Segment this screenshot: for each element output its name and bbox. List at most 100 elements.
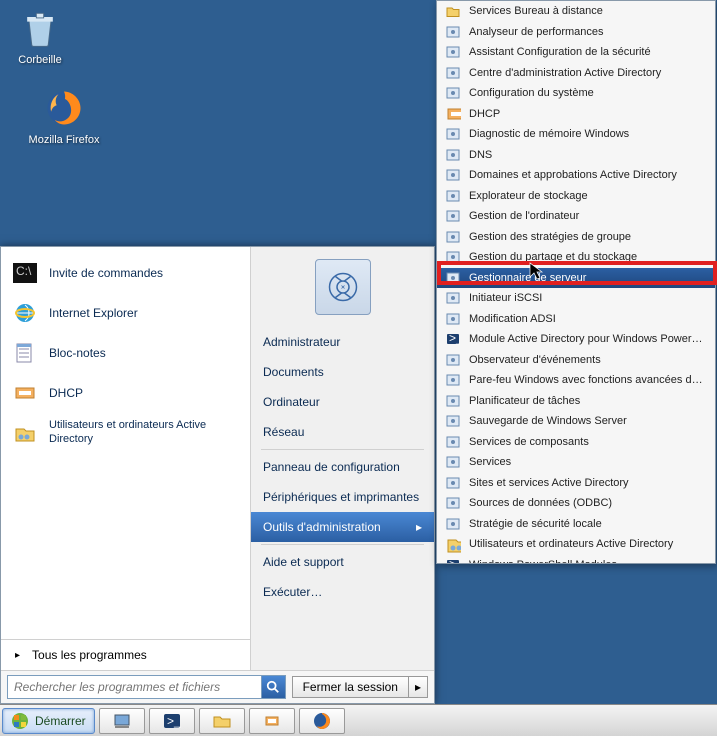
taskbar-button-dhcp[interactable] bbox=[249, 708, 295, 734]
svg-text:>_: >_ bbox=[167, 714, 181, 728]
logout-dropdown-icon[interactable]: ▸ bbox=[408, 677, 427, 697]
pinned-item[interactable]: Bloc-notes bbox=[1, 333, 250, 373]
pinned-programs: C:\ Invite de commandes Internet ExplorerB… bbox=[1, 247, 250, 459]
start-right-item[interactable]: Administrateur bbox=[251, 327, 434, 357]
admin-tools-item[interactable]: Utilisateurs et ordinateurs Active Direc… bbox=[437, 534, 715, 555]
admin-tools-item-label: DNS bbox=[469, 149, 707, 161]
admin-tools-item-label: Sites et services Active Directory bbox=[469, 477, 707, 489]
memdiag-icon bbox=[445, 126, 461, 142]
admin-tools-item[interactable]: Planificateur de tâches bbox=[437, 391, 715, 412]
start-right-item-label: Administrateur bbox=[263, 335, 340, 349]
admin-tools-item[interactable]: Gestion du partage et du stockage bbox=[437, 247, 715, 268]
admin-tools-item-label: Diagnostic de mémoire Windows bbox=[469, 128, 707, 140]
firewall-icon bbox=[445, 372, 461, 388]
start-right-item[interactable]: Réseau bbox=[251, 417, 434, 447]
adsi-icon bbox=[445, 311, 461, 327]
admin-tools-submenu: Services Bureau à distance Analyseur de p… bbox=[436, 0, 716, 564]
search-button[interactable] bbox=[261, 676, 285, 698]
chevron-right-icon: ▸ bbox=[416, 520, 422, 534]
admin-tools-item[interactable]: Sauvegarde de Windows Server bbox=[437, 411, 715, 432]
admin-tools-item[interactable]: Pare-feu Windows avec fonctions avancées… bbox=[437, 370, 715, 391]
aduc-icon bbox=[11, 419, 39, 447]
admin-tools-item[interactable]: Analyseur de performances bbox=[437, 22, 715, 43]
admin-tools-item[interactable]: Gestion de l'ordinateur bbox=[437, 206, 715, 227]
start-right-item[interactable]: Documents bbox=[251, 357, 434, 387]
admin-tools-item-label: Stratégie de sécurité locale bbox=[469, 518, 707, 530]
perf-icon bbox=[445, 24, 461, 40]
taskbar-button-firefox[interactable] bbox=[299, 708, 345, 734]
admin-tools-item-label: Analyseur de performances bbox=[469, 26, 707, 38]
logout-button[interactable]: Fermer la session ▸ bbox=[292, 676, 428, 698]
admin-tools-item[interactable]: DHCP bbox=[437, 104, 715, 125]
compsvc-icon bbox=[445, 434, 461, 450]
dhcp-icon bbox=[11, 379, 39, 407]
admin-tools-item-label: Windows PowerShell Modules bbox=[469, 559, 707, 564]
admin-tools-item[interactable]: Observateur d'événements bbox=[437, 350, 715, 371]
desktop-icon-recycle-bin[interactable]: Corbeille bbox=[0, 4, 80, 66]
start-right-item-label: Périphériques et imprimantes bbox=[263, 490, 419, 504]
start-right-item[interactable]: Exécuter… bbox=[251, 577, 434, 607]
windows-logo-icon bbox=[11, 712, 29, 730]
shield-icon bbox=[445, 44, 461, 60]
ps-icon: >_ bbox=[445, 557, 461, 564]
admin-tools-item[interactable]: Sites et services Active Directory bbox=[437, 473, 715, 494]
admin-tools-item[interactable]: Domaines et approbations Active Director… bbox=[437, 165, 715, 186]
admin-tools-item-label: Services de composants bbox=[469, 436, 707, 448]
taskbar-button-explorer[interactable] bbox=[199, 708, 245, 734]
logout-label: Fermer la session bbox=[293, 677, 408, 697]
all-programs-label: Tous les programmes bbox=[32, 648, 147, 662]
start-menu: C:\ Invite de commandes Internet ExplorerB… bbox=[0, 246, 435, 704]
search-box[interactable] bbox=[7, 675, 286, 699]
admin-tools-item-label: Explorateur de stockage bbox=[469, 190, 707, 202]
dns-icon bbox=[445, 147, 461, 163]
pinned-item[interactable]: Internet Explorer bbox=[1, 293, 250, 333]
admin-tools-item-label: Observateur d'événements bbox=[469, 354, 707, 366]
admin-tools-item[interactable]: Gestion des stratégies de groupe bbox=[437, 227, 715, 248]
admin-tools-item-label: Utilisateurs et ordinateurs Active Direc… bbox=[469, 538, 707, 550]
taskbar-button-powershell[interactable]: >_ bbox=[149, 708, 195, 734]
admin-tools-item[interactable]: Sources de données (ODBC) bbox=[437, 493, 715, 514]
search-input[interactable] bbox=[8, 677, 261, 697]
svg-text:>_: >_ bbox=[449, 332, 460, 345]
admin-tools-item[interactable]: Services Bureau à distance bbox=[437, 1, 715, 22]
admin-tools-item[interactable]: Services de composants bbox=[437, 432, 715, 453]
pinned-item-label: Invite de commandes bbox=[49, 266, 240, 280]
admin-tools-item[interactable]: >_ Windows PowerShell Modules bbox=[437, 555, 715, 565]
taskbar-button-servermgr[interactable] bbox=[99, 708, 145, 734]
admin-tools-item[interactable]: Explorateur de stockage bbox=[437, 186, 715, 207]
start-right-item[interactable]: Outils d'administration▸ bbox=[251, 512, 434, 542]
admin-tools-item[interactable]: >_Module Active Directory pour Windows P… bbox=[437, 329, 715, 350]
admin-tools-item[interactable]: Services bbox=[437, 452, 715, 473]
start-right-item[interactable]: Aide et support bbox=[251, 547, 434, 577]
all-programs-button[interactable]: ▸ Tous les programmes bbox=[1, 639, 250, 670]
svg-text:C:\: C:\ bbox=[16, 264, 32, 278]
start-button[interactable]: Démarrer bbox=[2, 708, 95, 734]
admin-tools-item[interactable]: Assistant Configuration de la sécurité bbox=[437, 42, 715, 63]
start-right-item-label: Panneau de configuration bbox=[263, 460, 400, 474]
start-menu-left-panel: C:\ Invite de commandes Internet ExplorerB… bbox=[1, 247, 251, 670]
admin-tools-item[interactable]: Modification ADSI bbox=[437, 309, 715, 330]
admin-tools-item[interactable]: Initiateur iSCSI bbox=[437, 288, 715, 309]
start-right-item[interactable]: Ordinateur bbox=[251, 387, 434, 417]
desktop-icon-firefox[interactable]: Mozilla Firefox bbox=[24, 84, 104, 146]
services-icon bbox=[445, 454, 461, 470]
pinned-item[interactable]: DHCP bbox=[1, 373, 250, 413]
admin-tools-item-label: DHCP bbox=[469, 108, 707, 120]
addt-icon bbox=[445, 167, 461, 183]
admin-tools-item[interactable]: Centre d'administration Active Directory bbox=[437, 63, 715, 84]
admin-tools-item[interactable]: DNS bbox=[437, 145, 715, 166]
admin-tools-item[interactable]: Diagnostic de mémoire Windows bbox=[437, 124, 715, 145]
start-right-item[interactable]: Périphériques et imprimantes bbox=[251, 482, 434, 512]
adac-icon bbox=[445, 65, 461, 81]
admin-tools-item-label: Modification ADSI bbox=[469, 313, 707, 325]
iscsi-icon bbox=[445, 290, 461, 306]
admin-tools-item[interactable]: Stratégie de sécurité locale bbox=[437, 514, 715, 535]
pinned-item[interactable]: C:\ Invite de commandes bbox=[1, 253, 250, 293]
pinned-item-label: Utilisateurs et ordinateurs Active Direc… bbox=[49, 419, 240, 447]
pinned-item[interactable]: Utilisateurs et ordinateurs Active Direc… bbox=[1, 413, 250, 453]
admin-tools-item[interactable]: Gestionnaire de serveur bbox=[437, 268, 715, 289]
dhcp-icon bbox=[445, 106, 461, 122]
secpol-icon bbox=[445, 516, 461, 532]
start-right-item[interactable]: Panneau de configuration bbox=[251, 452, 434, 482]
admin-tools-item[interactable]: Configuration du système bbox=[437, 83, 715, 104]
